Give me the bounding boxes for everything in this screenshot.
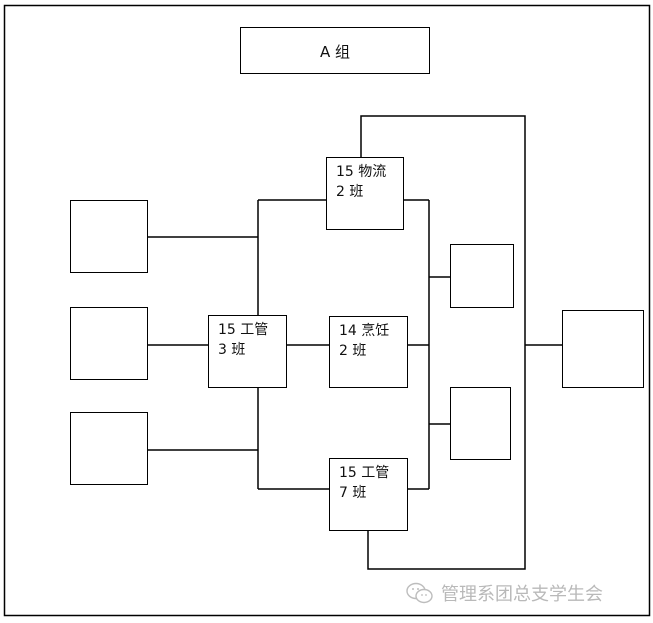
wechat-icon (406, 582, 433, 604)
node-right-small-2 (450, 387, 511, 460)
node-mgmt3-label: 15 工管 3 班 (218, 322, 269, 358)
watermark-text: 管理系团总支学生会 (441, 584, 603, 605)
node-mgmt7-label: 15 工管 7 班 (339, 465, 390, 501)
node-mgmt7: 15 工管 7 班 (329, 458, 408, 531)
node-mgmt3: 15 工管 3 班 (208, 315, 287, 388)
node-logistics-label: 15 物流 2 班 (336, 164, 387, 200)
node-right-small-1 (450, 244, 514, 308)
node-left-3 (70, 412, 148, 485)
watermark: 管理系团总支学生会 (405, 580, 603, 606)
node-logistics: 15 物流 2 班 (326, 157, 404, 230)
group-title: A 组 (319, 43, 351, 61)
node-left-2 (70, 307, 148, 380)
node-left-1 (70, 200, 148, 273)
node-cooking: 14 烹饪 2 班 (329, 316, 408, 388)
node-final (562, 310, 644, 388)
group-title-box: A 组 (240, 27, 430, 74)
node-cooking-label: 14 烹饪 2 班 (339, 323, 390, 359)
